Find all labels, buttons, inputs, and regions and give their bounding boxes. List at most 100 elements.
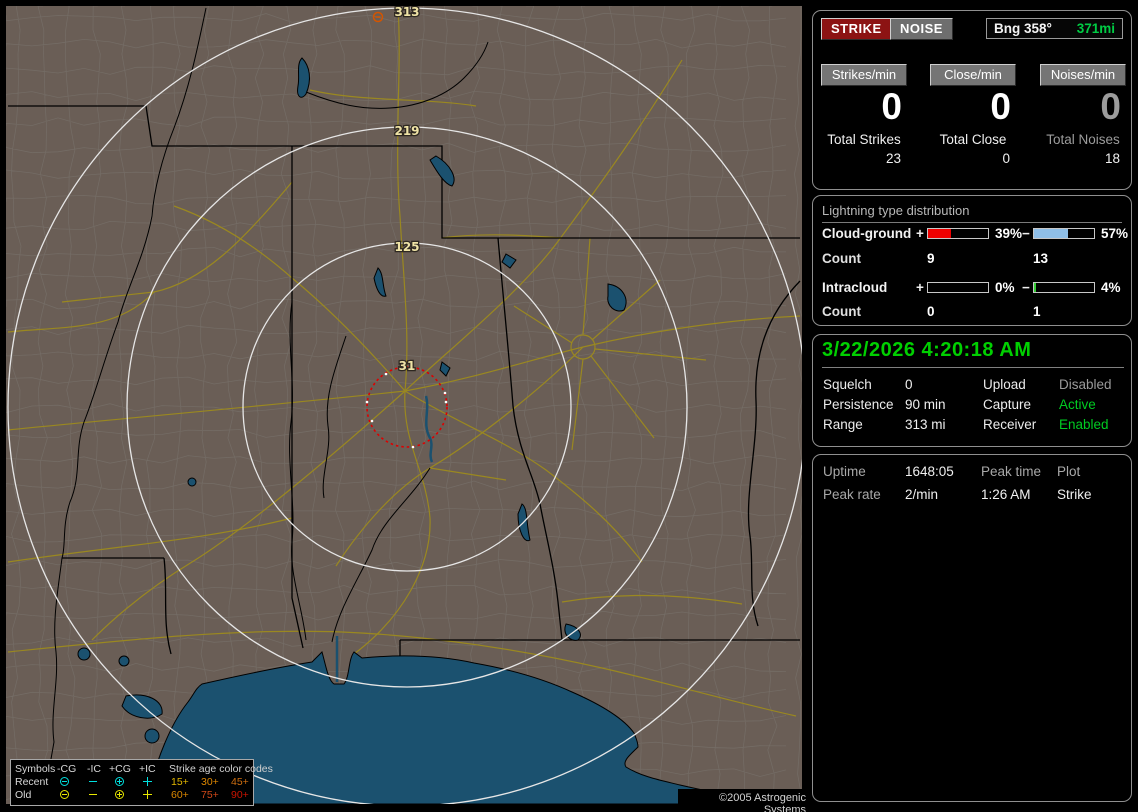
total-close-label: Total Close: [939, 131, 1007, 147]
ic-minus-bar-fill: [1034, 283, 1037, 292]
neg-ic-recent-icon: [89, 781, 97, 782]
cg-plus-bar: [927, 228, 989, 239]
distribution-section: Lightning type distribution Cloud-ground…: [812, 195, 1132, 326]
cg-minus-pct: 57%: [1101, 226, 1129, 241]
legend-row-old: Old: [15, 789, 32, 801]
noises-column: Noises/min 0 Total Noises 18: [1040, 64, 1126, 166]
total-strikes-value: 23: [885, 150, 901, 166]
minus-sign: −: [1022, 226, 1030, 241]
noise-dot: [444, 400, 448, 404]
bearing-display: Bng 358° 371mi: [986, 18, 1123, 39]
total-close-value: 0: [1002, 150, 1010, 166]
neg-ic-old-icon: [89, 794, 97, 795]
age-75: 75+: [201, 789, 219, 801]
cg-plus-pct: 39%: [995, 226, 1023, 241]
ic-plus-pct: 0%: [995, 280, 1015, 295]
legend-col-pos-ic: +IC: [139, 763, 156, 775]
status-row: Squelch 0 Upload Disabled: [813, 377, 1131, 397]
close-column: Close/min 0 Total Close 0: [930, 64, 1016, 166]
cg-plus-bar-fill: [928, 229, 952, 238]
age-90: 90+: [231, 789, 249, 801]
ic-minus-pct: 4%: [1101, 280, 1121, 295]
stats-row: Uptime 1648:05 Peak time Plot: [813, 464, 1131, 484]
noise-button[interactable]: NOISE: [890, 18, 953, 40]
range-value: 313 mi: [905, 417, 946, 432]
peak-time-label: Peak time: [981, 464, 1042, 479]
age-45: 45+: [231, 776, 249, 788]
close-per-min-button[interactable]: Close/min: [930, 64, 1016, 86]
stats-section: Uptime 1648:05 Peak time Plot Peak rate …: [812, 454, 1132, 802]
noise-dot: [384, 372, 388, 376]
legend-col-neg-ic: -IC: [87, 763, 101, 775]
bearing-range: 371mi: [1076, 21, 1115, 36]
ring-label-31: 31: [399, 359, 416, 373]
ic-plus-bar: [927, 282, 989, 293]
neg-cg-recent-icon: [60, 777, 69, 786]
counters-section: STRIKE NOISE Bng 358° 371mi Strikes/min …: [812, 10, 1132, 190]
ic-minus-count: 1: [1033, 304, 1041, 319]
lightning-map[interactable]: 313 219 125 31 Symbols -CG -IC +CG +IC S…: [6, 6, 808, 812]
total-strikes-label: Total Strikes: [827, 131, 901, 147]
cg-minus-bar-fill: [1034, 229, 1069, 238]
ic-count-row: Count 0 1: [813, 304, 1131, 320]
copyright-text: ©2005 Astrogenic Systems: [678, 789, 808, 812]
cg-count-row: Count 9 13: [813, 251, 1131, 267]
ic-plus-count: 0: [927, 304, 935, 319]
upload-label: Upload: [983, 377, 1026, 392]
persistence-value: 90 min: [905, 397, 946, 412]
status-row: Persistence 90 min Capture Active: [813, 397, 1131, 417]
ring-label-219: 219: [394, 124, 419, 138]
uptime-value: 1648:05: [905, 464, 954, 479]
plot-value: Strike: [1057, 487, 1092, 502]
clock: 3/22/2026 4:20:18 AM: [822, 339, 1124, 368]
ring-label-125: 125: [394, 240, 419, 254]
noises-per-min-button[interactable]: Noises/min: [1040, 64, 1126, 86]
strike-button[interactable]: STRIKE: [821, 18, 892, 40]
intracloud-label: Intracloud: [822, 280, 888, 295]
noise-dot: [370, 419, 374, 423]
distribution-title: Lightning type distribution: [822, 203, 1122, 223]
legend-age-header: Strike age color codes: [169, 763, 273, 775]
strikes-column: Strikes/min 0 Total Strikes 23: [821, 64, 907, 166]
pos-cg-recent-icon: [115, 777, 124, 786]
strikes-per-min-button[interactable]: Strikes/min: [821, 64, 907, 86]
legend-col-pos-cg: +CG: [109, 763, 131, 775]
peak-rate-value: 2/min: [905, 487, 939, 502]
cg-minus-bar: [1033, 228, 1095, 239]
cloud-ground-row: Cloud-ground + 39% − 57%: [813, 226, 1131, 242]
pos-ic-recent-icon: [143, 777, 152, 786]
receiver-label: Receiver: [983, 417, 1037, 432]
peak-time-value: 1:26 AM: [981, 487, 1031, 502]
upload-value: Disabled: [1059, 377, 1112, 392]
stats-row: Peak rate 2/min 1:26 AM Strike: [813, 487, 1131, 507]
capture-value: Active: [1059, 397, 1096, 412]
cg-minus-count: 13: [1033, 251, 1049, 266]
plus-sign: +: [916, 280, 924, 295]
count-label: Count: [822, 304, 861, 319]
app-window: 313 219 125 31 Symbols -CG -IC +CG +IC S…: [0, 0, 1138, 812]
pos-ic-old-icon: [143, 790, 152, 799]
noises-rate-value: 0: [1100, 86, 1121, 127]
count-label: Count: [822, 251, 861, 266]
plus-sign: +: [916, 226, 924, 241]
status-section: 3/22/2026 4:20:18 AM Squelch 0 Upload Di…: [812, 334, 1132, 447]
capture-label: Capture: [983, 397, 1032, 412]
persistence-label: Persistence: [823, 397, 894, 412]
intracloud-row: Intracloud + 0% − 4%: [813, 280, 1131, 296]
noise-dot: [443, 391, 447, 395]
noise-dot: [365, 400, 369, 404]
legend-col-neg-cg: -CG: [57, 763, 77, 775]
uptime-label: Uptime: [823, 464, 866, 479]
map-canvas[interactable]: 313 219 125 31: [6, 6, 802, 804]
age-15: 15+: [171, 776, 189, 788]
age-30: 30+: [201, 776, 219, 788]
cg-plus-count: 9: [927, 251, 935, 266]
ic-minus-bar: [1033, 282, 1095, 293]
legend-row-recent: Recent: [15, 776, 49, 788]
receiver-value: Enabled: [1059, 417, 1109, 432]
range-label: Range: [823, 417, 863, 432]
neg-cg-old-icon: [60, 790, 69, 799]
peak-rate-label: Peak rate: [823, 487, 881, 502]
squelch-label: Squelch: [823, 377, 872, 392]
ring-label-313: 313: [394, 6, 419, 19]
